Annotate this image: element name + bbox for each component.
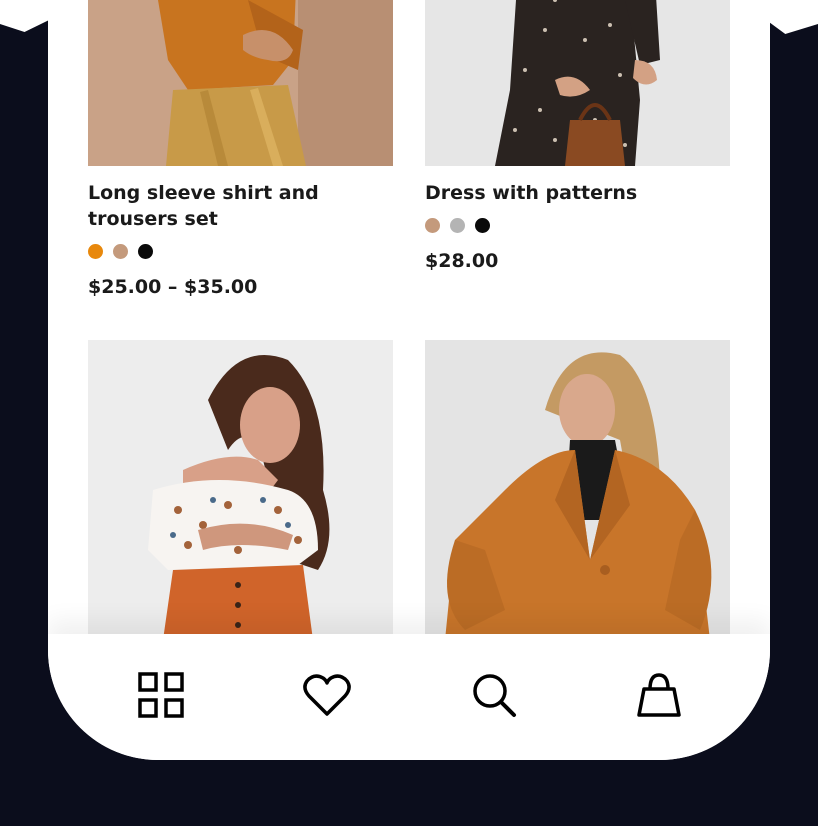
product-image[interactable] — [425, 340, 730, 640]
color-swatch-black[interactable] — [475, 218, 490, 233]
color-swatch-black[interactable] — [138, 244, 153, 259]
product-title[interactable]: Dress with patterns — [425, 180, 730, 206]
nav-categories[interactable] — [134, 668, 188, 722]
grid-icon — [138, 672, 184, 718]
color-swatches — [425, 218, 490, 233]
product-price: $28.00 — [425, 250, 499, 272]
product-price: $25.00 – $35.00 — [88, 276, 258, 298]
shopping-bag-icon — [637, 673, 681, 717]
color-swatch-orange[interactable] — [88, 244, 103, 259]
product-title[interactable]: Long sleeve shirt and trousers set — [88, 180, 393, 232]
phone-screen: Long sleeve shirt and trousers set $25.0… — [48, 0, 770, 760]
color-swatch-tan[interactable] — [425, 218, 440, 233]
product-image[interactable] — [425, 0, 730, 166]
product-image[interactable] — [88, 340, 393, 640]
search-icon — [473, 674, 516, 717]
nav-cart[interactable] — [632, 668, 686, 722]
nav-search[interactable] — [467, 668, 521, 722]
nav-wishlist[interactable] — [300, 668, 354, 722]
color-swatch-grey[interactable] — [450, 218, 465, 233]
color-swatch-tan[interactable] — [113, 244, 128, 259]
color-swatches — [88, 244, 153, 259]
heart-icon — [303, 674, 351, 716]
bottom-navigation — [48, 634, 770, 760]
product-image[interactable] — [88, 0, 393, 166]
